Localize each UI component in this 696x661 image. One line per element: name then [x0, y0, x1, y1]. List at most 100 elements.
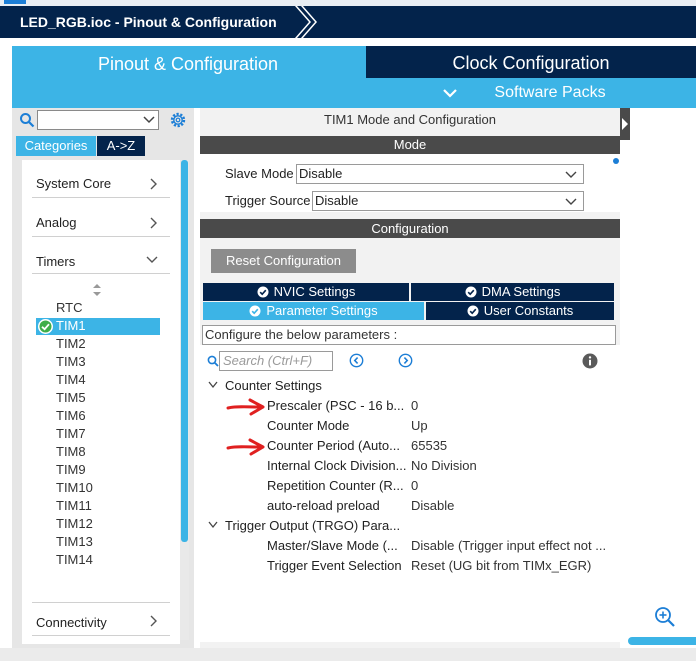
mode-header: Mode — [200, 136, 620, 154]
chevron-right-icon — [150, 615, 157, 627]
check-circle-icon — [465, 286, 477, 298]
info-icon[interactable] — [582, 353, 598, 369]
timer-item-tim10[interactable]: TIM10 — [56, 479, 93, 497]
timer-item-tim12[interactable]: TIM12 — [56, 515, 93, 533]
timer-item-tim9[interactable]: TIM9 — [56, 461, 86, 479]
group-counter-settings[interactable]: Counter Settings — [225, 378, 322, 393]
slave-mode-value: Disable — [299, 166, 343, 181]
check-circle-icon — [257, 286, 269, 298]
category-analog[interactable]: Analog — [36, 211, 170, 235]
param-trigger-event-selection-value[interactable]: Reset (UG bit from TIMx_EGR) — [411, 558, 591, 573]
mode-scrollbar-thumb[interactable] — [613, 158, 619, 164]
param-prescaler[interactable]: Prescaler (PSC - 16 b... — [267, 398, 404, 413]
param-prescaler-value[interactable]: 0 — [411, 398, 418, 413]
breadcrumb-arrow-icon — [295, 6, 317, 38]
trigger-source-label: Trigger Source — [225, 193, 311, 208]
configuration-header: Configuration — [200, 219, 620, 238]
param-auto-reload-preload-value[interactable]: Disable — [411, 498, 454, 513]
tab-clock-configuration[interactable]: Clock Configuration — [366, 46, 696, 78]
category-timers[interactable]: Timers — [36, 250, 170, 274]
category-search-select[interactable] — [37, 110, 159, 130]
param-counter-mode[interactable]: Counter Mode — [267, 418, 349, 433]
chevron-down-icon[interactable] — [143, 116, 155, 124]
timer-item-tim13[interactable]: TIM13 — [56, 533, 93, 551]
timer-item-tim8[interactable]: TIM8 — [56, 443, 86, 461]
selected-row-highlight — [36, 318, 160, 335]
param-counter-period-value[interactable]: 65535 — [411, 438, 447, 453]
timer-item-rtc[interactable]: RTC — [56, 299, 82, 317]
timer-item-tim4[interactable]: TIM4 — [56, 371, 86, 389]
param-repetition-counter-value[interactable]: 0 — [411, 478, 418, 493]
param-clock-division[interactable]: Internal Clock Division... — [267, 458, 406, 473]
timer-item-tim7[interactable]: TIM7 — [56, 425, 86, 443]
annotation-arrow-icon — [226, 438, 265, 456]
gear-icon[interactable] — [169, 111, 187, 129]
timer-item-tim5[interactable]: TIM5 — [56, 389, 86, 407]
tab-label: DMA Settings — [481, 284, 561, 299]
tab-pinout-configuration[interactable]: Pinout & Configuration — [12, 46, 364, 108]
next-result-icon[interactable] — [398, 353, 413, 368]
reset-configuration-button[interactable]: Reset Configuration — [211, 249, 356, 273]
param-counter-mode-value[interactable]: Up — [411, 418, 428, 433]
tab-label: NVIC Settings — [273, 284, 356, 299]
chevron-down-icon — [565, 198, 577, 205]
tab-categories[interactable]: Categories — [16, 136, 96, 156]
check-circle-icon — [249, 305, 261, 317]
horizontal-scrollbar-thumb[interactable] — [628, 637, 696, 645]
category-label: Connectivity — [36, 615, 107, 630]
timer-item-tim2[interactable]: TIM2 — [56, 335, 86, 353]
chevron-right-icon — [150, 217, 157, 229]
divider — [32, 273, 170, 274]
check-circle-icon — [467, 305, 479, 317]
pinout-view-area — [630, 108, 696, 648]
param-counter-period[interactable]: Counter Period (Auto... — [267, 438, 400, 453]
collapse-arrow-icon[interactable] — [620, 108, 630, 140]
slave-mode-select[interactable]: Disable — [296, 164, 584, 184]
tab-dma-settings[interactable]: DMA Settings — [411, 283, 614, 301]
timer-item-tim3[interactable]: TIM3 — [56, 353, 86, 371]
param-clock-division-value[interactable]: No Division — [411, 458, 477, 473]
param-master-slave-mode-value[interactable]: Disable (Trigger input effect not ... — [411, 538, 606, 553]
breadcrumb[interactable]: LED_RGB.ioc - Pinout & Configuration — [8, 6, 307, 38]
tab-label: User Constants — [483, 303, 574, 318]
param-master-slave-mode[interactable]: Master/Slave Mode (... — [267, 538, 398, 553]
category-label: Analog — [36, 215, 77, 230]
category-scrollbar-thumb[interactable] — [181, 160, 188, 542]
category-connectivity[interactable]: Connectivity — [36, 611, 170, 635]
divider — [32, 197, 170, 198]
mode-panel-title: TIM1 Mode and Configuration — [324, 112, 496, 127]
chevron-down-icon — [146, 256, 158, 263]
timer-item-tim1[interactable]: TIM1 — [56, 317, 86, 335]
category-label: System Core — [36, 176, 112, 191]
chevron-down-icon[interactable] — [208, 521, 218, 529]
sort-icon[interactable] — [92, 284, 102, 296]
tab-user-constants[interactable]: User Constants — [426, 302, 614, 320]
timer-item-tim6[interactable]: TIM6 — [56, 407, 86, 425]
tab-a-to-z[interactable]: A->Z — [97, 136, 145, 156]
trigger-source-select[interactable]: Disable — [312, 191, 584, 211]
timer-item-tim14[interactable]: TIM14 — [56, 551, 93, 569]
previous-result-icon[interactable] — [349, 353, 364, 368]
param-auto-reload-preload[interactable]: auto-reload preload — [267, 498, 380, 513]
param-repetition-counter[interactable]: Repetition Counter (R... — [267, 478, 404, 493]
group-trigger-output[interactable]: Trigger Output (TRGO) Para... — [225, 518, 400, 533]
chevron-down-icon[interactable] — [208, 381, 218, 389]
param-trigger-event-selection[interactable]: Trigger Event Selection — [267, 558, 402, 573]
trigger-source-value: Disable — [315, 193, 359, 208]
search-icon — [207, 355, 219, 367]
annotation-arrow-icon — [226, 398, 265, 416]
tab-parameter-settings[interactable]: Parameter Settings — [203, 302, 424, 320]
category-system-core[interactable]: System Core — [36, 172, 170, 196]
software-packs-menu[interactable]: Software Packs — [420, 82, 680, 104]
parameters-intro: Configure the below parameters : — [202, 325, 616, 345]
timer-item-tim11[interactable]: TIM11 — [56, 497, 92, 515]
zoom-in-icon[interactable] — [654, 606, 676, 628]
parameter-search-input[interactable]: Search (Ctrl+F) — [219, 351, 333, 371]
divider — [32, 635, 170, 636]
check-circle-icon — [38, 319, 53, 334]
search-icon[interactable] — [19, 112, 35, 128]
category-label: Timers — [36, 254, 76, 269]
tab-nvic-settings[interactable]: NVIC Settings — [203, 283, 409, 301]
bottom-strip — [0, 648, 696, 661]
slave-mode-label: Slave Mode — [225, 166, 294, 181]
